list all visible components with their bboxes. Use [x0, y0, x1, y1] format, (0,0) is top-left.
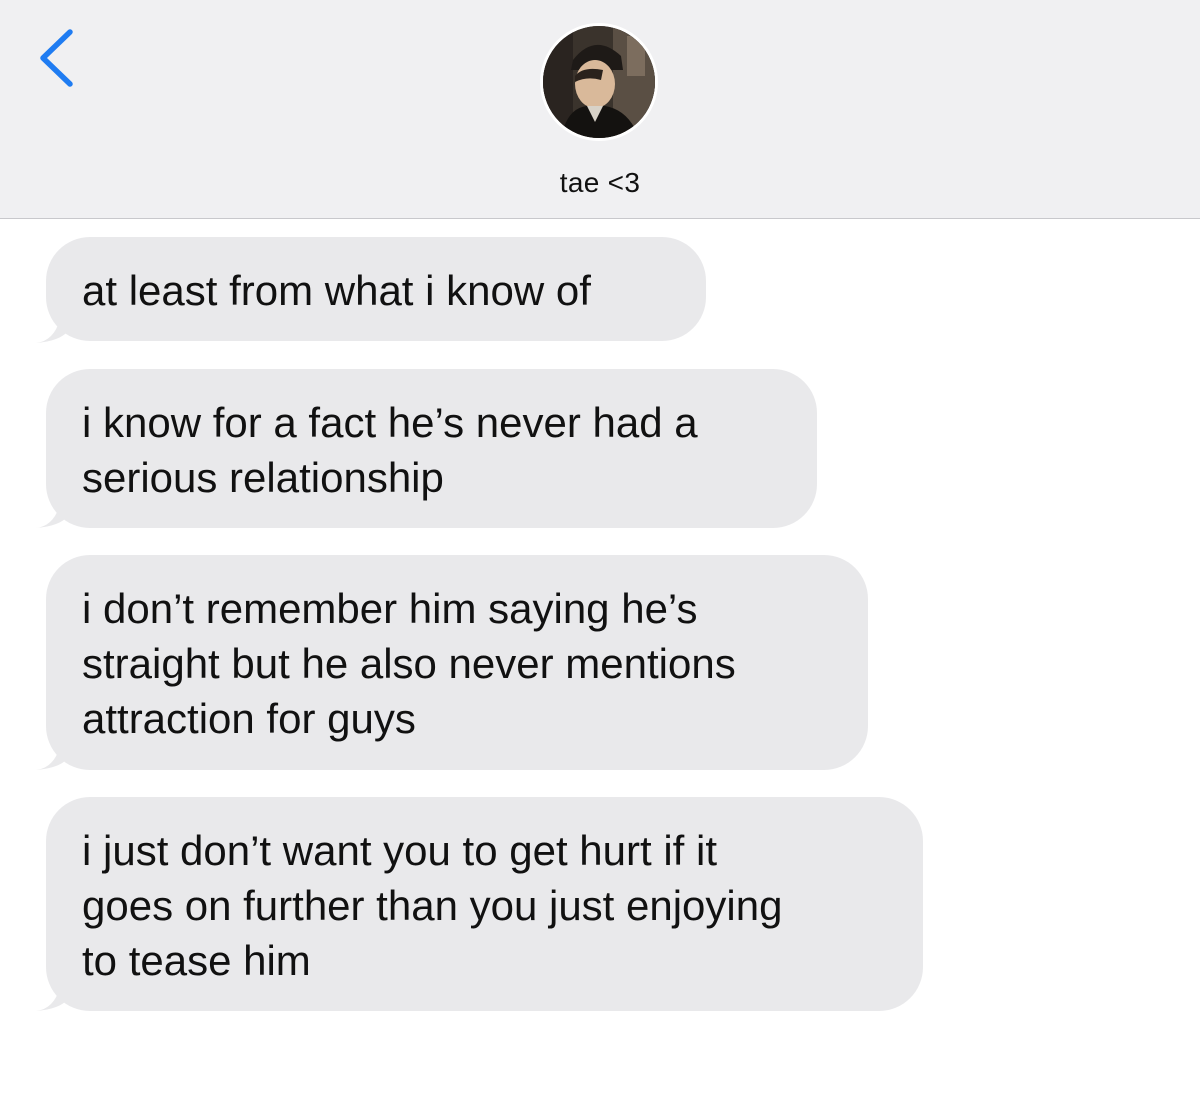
bubble-tail: [36, 738, 68, 770]
message-thread: at least from what i know of i know for …: [0, 219, 1200, 1105]
bubble-tail: [36, 496, 68, 528]
message-bubble[interactable]: i just don’t want you to get hurt if it …: [46, 797, 923, 1011]
contact-name[interactable]: tae <3: [0, 167, 1200, 199]
bubble-tail: [36, 979, 68, 1011]
chevron-left-icon: [40, 29, 73, 87]
contact-avatar[interactable]: [540, 23, 658, 141]
back-button[interactable]: [30, 26, 86, 92]
message-bubble[interactable]: at least from what i know of: [46, 237, 706, 341]
conversation-header: tae <3: [0, 0, 1200, 219]
contact-photo: [543, 26, 655, 138]
message-bubble[interactable]: i don’t remember him saying he’s straigh…: [46, 555, 868, 770]
message-bubble[interactable]: i know for a fact he’s never had a serio…: [46, 369, 817, 528]
bubble-tail: [36, 311, 68, 343]
